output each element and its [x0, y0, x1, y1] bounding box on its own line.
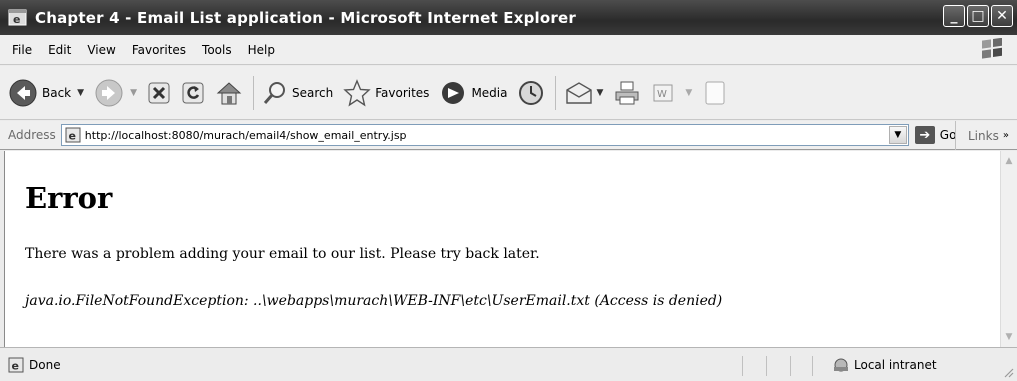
svg-text:e: e	[12, 359, 19, 372]
stop-button[interactable]	[147, 81, 171, 105]
address-label: Address	[8, 128, 56, 142]
back-button[interactable]: Back ▼	[8, 78, 84, 108]
close-button[interactable]: ✕	[991, 5, 1013, 27]
media-label: Media	[471, 85, 508, 100]
minimize-button[interactable]: _	[943, 5, 965, 27]
history-icon	[519, 80, 544, 105]
print-icon	[615, 81, 639, 104]
mail-dropdown-icon[interactable]: ▼	[596, 88, 603, 98]
ie-logo-icon: e	[8, 9, 27, 26]
scroll-down-icon[interactable]: ▼	[1001, 329, 1017, 345]
menu-view[interactable]: View	[79, 43, 123, 57]
ie-page-icon: e	[8, 357, 24, 372]
url-input[interactable]	[84, 128, 875, 142]
forward-dropdown-icon[interactable]: ▼	[130, 88, 137, 98]
status-text: Done	[29, 357, 61, 372]
edit-button[interactable]: W ▼	[651, 81, 692, 105]
back-label: Back	[42, 85, 72, 100]
mail-button[interactable]: ▼	[564, 80, 603, 106]
menu-favorites[interactable]: Favorites	[124, 43, 194, 57]
back-dropdown-icon[interactable]: ▼	[77, 88, 84, 98]
svg-text:e: e	[13, 13, 20, 26]
security-zone: Local intranet	[832, 348, 937, 381]
edit-dropdown-icon[interactable]: ▼	[685, 88, 692, 98]
back-arrow-icon	[9, 79, 37, 106]
history-button[interactable]	[517, 79, 545, 107]
refresh-icon	[182, 82, 204, 103]
windows-flag-icon	[982, 38, 1002, 59]
stop-icon	[148, 82, 170, 103]
mail-icon	[566, 81, 593, 104]
svg-text:W: W	[657, 89, 667, 100]
go-arrow-icon: ➔	[914, 126, 935, 144]
address-bar: Address e ▼ ➔ Go Links »	[0, 121, 1017, 150]
page-content: Error There was a problem adding your em…	[4, 151, 1000, 347]
home-button[interactable]	[215, 80, 243, 106]
go-button[interactable]: ➔ Go	[914, 126, 957, 144]
vertical-scrollbar[interactable]: ▲ ▼	[1000, 151, 1017, 347]
search-button[interactable]: Search	[262, 80, 333, 106]
refresh-button[interactable]	[181, 81, 205, 105]
scroll-up-icon[interactable]: ▲	[1001, 153, 1017, 169]
print-button[interactable]	[613, 80, 641, 106]
toolbar-separator	[555, 75, 557, 110]
zone-label: Local intranet	[854, 358, 937, 372]
go-label: Go	[939, 128, 957, 142]
menu-edit[interactable]: Edit	[40, 43, 79, 57]
favorites-button[interactable]: Favorites	[343, 78, 430, 107]
svg-text:e: e	[68, 130, 75, 143]
word-edit-icon: W	[653, 84, 673, 101]
status-bar: e Done Local intranet	[0, 347, 1017, 381]
links-label: Links	[968, 128, 999, 143]
status-divider	[790, 356, 791, 376]
resize-grip-icon[interactable]	[1002, 366, 1014, 378]
search-icon	[263, 81, 285, 104]
status-divider	[812, 356, 813, 376]
window-title: Chapter 4 - Email List application - Mic…	[35, 8, 576, 27]
media-icon	[442, 81, 465, 104]
favorites-star-icon	[343, 78, 371, 107]
forward-arrow-icon	[95, 79, 123, 106]
search-label: Search	[291, 85, 334, 100]
home-icon	[216, 81, 242, 104]
menu-file[interactable]: File	[0, 43, 40, 57]
favorites-label: Favorites	[375, 85, 430, 100]
exception-text: java.io.FileNotFoundException: ..\webapp…	[25, 293, 723, 309]
forward-button[interactable]: ▼	[94, 78, 137, 108]
title-bar[interactable]: e Chapter 4 - Email List application - M…	[0, 0, 1017, 35]
menu-help[interactable]: Help	[240, 43, 283, 57]
address-field[interactable]: e ▼	[60, 124, 909, 146]
menu-tools[interactable]: Tools	[194, 43, 240, 57]
status-divider	[766, 356, 767, 376]
error-message: There was a problem adding your email to…	[25, 246, 540, 262]
maximize-button[interactable]: □	[967, 5, 989, 27]
blank-page-icon	[705, 81, 725, 104]
media-button[interactable]: Media	[439, 80, 507, 106]
browser-window: e Chapter 4 - Email List application - M…	[0, 0, 1017, 381]
links-toolbar[interactable]: Links »	[955, 121, 1017, 150]
discuss-button[interactable]	[702, 79, 728, 107]
address-dropdown-icon[interactable]: ▼	[888, 126, 907, 144]
standard-toolbar: Back ▼ ▼ Search Favorites Media ▼ W ▼	[0, 66, 1017, 120]
status-divider	[742, 356, 743, 376]
toolbar-separator	[252, 75, 254, 110]
chevron-right-icon: »	[1002, 130, 1009, 141]
menu-bar: File Edit View Favorites Tools Help	[0, 35, 1017, 65]
page-heading: Error	[25, 181, 113, 215]
ie-page-icon: e	[65, 127, 81, 143]
intranet-icon	[834, 358, 848, 372]
